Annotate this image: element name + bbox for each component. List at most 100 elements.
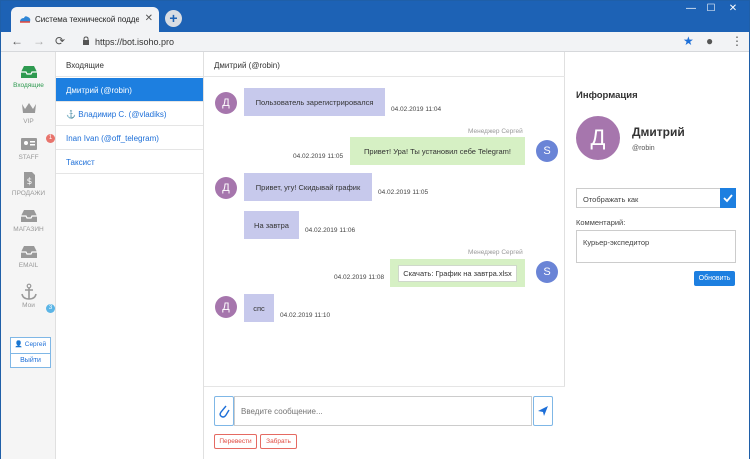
chat-header: Дмитрий (@robin) [204, 52, 565, 77]
message-sender: Менеджер Сергей [468, 249, 523, 256]
dollar-document-icon: $ [23, 172, 35, 188]
contact-handle: @robin [632, 145, 655, 152]
browser-titlebar: Система технической поддержки ✕ + — ☐ ✕ [1, 1, 749, 32]
message-time: 04.02.2019 11:05 [293, 153, 344, 160]
client-avatar: Д [215, 92, 237, 114]
send-button[interactable] [533, 396, 553, 426]
address-bar[interactable]: https://bot.isoho.pro [95, 37, 174, 47]
send-arrow-icon [538, 406, 548, 416]
app-area: Входящие VIP STAFF 1 $ ПРОДАЖИ МАГАЗИН E… [1, 52, 749, 459]
email-tray-icon [20, 246, 37, 258]
contact-name: Дмитрий [632, 125, 685, 139]
chat-list-item-label: Inan Ivan (@off_telegram) [66, 134, 159, 143]
maximize-icon[interactable]: ☐ [701, 3, 721, 14]
nav-label: VIP [23, 118, 34, 125]
chat-list-item[interactable]: Дмитрий (@robin) [56, 78, 203, 102]
menu-dots-icon[interactable]: ⋮ [731, 34, 743, 48]
display-as-select[interactable]: Отображать как [576, 188, 721, 208]
info-title: Информация [576, 90, 638, 101]
close-window-icon[interactable]: ✕ [723, 3, 743, 14]
browser-toolbar: ← → ⟳ https://bot.isoho.pro ★ ● ⋮ [1, 32, 749, 52]
nav-label: МАГАЗИН [13, 226, 44, 233]
info-panel: Информация Д Дмитрий @robin Отображать к… [565, 52, 749, 459]
chat-list: Входящие Дмитрий (@robin) ⚓ Владимир С. … [56, 52, 204, 459]
nav-label: EMAIL [18, 262, 39, 269]
nav-label: STAFF [18, 154, 39, 161]
nav-item-vip[interactable]: VIP [1, 96, 56, 132]
anchor-icon: ⚓ [66, 110, 76, 119]
inbox-tray-icon [20, 210, 37, 222]
star-icon[interactable]: ★ [683, 34, 694, 48]
chat-list-item-label: Владимир С. (@vladiks) [78, 110, 167, 119]
nav-item-staff[interactable]: STAFF 1 [1, 132, 56, 168]
confirm-button[interactable] [720, 188, 736, 208]
browser-tab[interactable]: Система технической поддержки ✕ [11, 7, 159, 32]
update-button[interactable]: Обновить [694, 271, 735, 286]
client-avatar: Д [215, 296, 237, 318]
staff-badge: 1 [46, 134, 55, 143]
attachment-link[interactable]: Скачать: График на завтра.xlsx [398, 265, 517, 282]
message-time: 04.02.2019 11:10 [280, 312, 331, 319]
new-tab-button[interactable]: + [165, 10, 182, 27]
manager-avatar: S [536, 261, 558, 283]
left-nav: Входящие VIP STAFF 1 $ ПРОДАЖИ МАГАЗИН E… [1, 52, 56, 459]
message-bubble: Привет, угу! Скидывай график [244, 173, 372, 201]
nav-label: Входящие [13, 82, 44, 89]
comment-label: Комментарий: [576, 218, 626, 227]
message-bubble: Пользователь зарегистрировался [244, 88, 385, 116]
cloud-favicon-icon [20, 16, 31, 23]
minimize-icon[interactable]: — [681, 3, 701, 14]
user-box: 👤 Сергей Выйти [10, 337, 51, 368]
nav-item-sales[interactable]: $ ПРОДАЖИ [1, 168, 56, 204]
account-icon[interactable]: ● [706, 34, 713, 48]
check-icon [723, 194, 733, 203]
chat-panel: Дмитрий (@robin) Д Пользователь зарегист… [204, 52, 565, 459]
chat-list-header: Входящие [56, 52, 203, 77]
lock-icon [83, 36, 89, 45]
attach-button[interactable] [214, 396, 234, 426]
message-bubble: На завтра [244, 211, 299, 239]
nav-label: ПРОДАЖИ [11, 190, 46, 197]
transfer-button[interactable]: Перевести [214, 434, 257, 449]
browser-window: Система технической поддержки ✕ + — ☐ ✕ … [0, 0, 750, 459]
comment-field[interactable]: Курьер-экспедитор [576, 230, 736, 263]
nav-item-shop[interactable]: МАГАЗИН [1, 204, 56, 240]
reload-icon[interactable]: ⟳ [53, 34, 67, 48]
nav-item-mine[interactable]: Мои 3 [1, 280, 56, 316]
message-input[interactable] [234, 396, 532, 426]
message-time: 04.02.2019 11:08 [334, 274, 385, 281]
message-time: 04.02.2019 11:04 [391, 106, 442, 113]
forward-arrow-icon[interactable]: → [32, 34, 46, 48]
chat-list-item[interactable]: Inan Ivan (@off_telegram) [56, 126, 203, 150]
anchor-icon [20, 283, 37, 300]
take-button[interactable]: Забрать [260, 434, 297, 449]
inbox-icon [20, 66, 37, 78]
svg-text:$: $ [26, 177, 32, 187]
client-avatar: Д [215, 177, 237, 199]
attachment-bubble: Скачать: График на завтра.xlsx [390, 259, 525, 287]
message-bubble: спс [244, 294, 274, 322]
current-user[interactable]: 👤 Сергей [11, 340, 50, 348]
logout-button[interactable]: Выйти [11, 353, 50, 367]
message-bubble: Привет! Ура! Ты установил себе Telegram! [350, 137, 525, 165]
chat-list-item[interactable]: Таксист [56, 150, 203, 174]
user-icon: 👤 [14, 341, 23, 348]
mine-badge: 3 [46, 304, 55, 313]
id-card-icon [20, 138, 37, 150]
message-time: 04.02.2019 11:06 [305, 227, 356, 234]
tab-title: Система технической поддержки [35, 15, 139, 24]
message-time: 04.02.2019 11:05 [378, 189, 429, 196]
chat-list-item-label: Дмитрий (@robin) [66, 86, 132, 95]
crown-icon [21, 103, 36, 113]
back-arrow-icon[interactable]: ← [10, 34, 24, 48]
message-composer: Перевести Забрать [204, 386, 565, 459]
message-sender: Менеджер Сергей [468, 128, 523, 135]
chat-list-item[interactable]: ⚓ Владимир С. (@vladiks) [56, 102, 203, 126]
nav-item-inbox[interactable]: Входящие [1, 60, 56, 96]
manager-avatar: S [536, 140, 558, 162]
tab-close-icon[interactable]: ✕ [145, 13, 153, 24]
nav-item-email[interactable]: EMAIL [1, 240, 56, 276]
current-user-name: Сергей [24, 341, 47, 348]
chat-list-item-label: Таксист [66, 158, 95, 167]
contact-avatar: Д [576, 116, 620, 160]
